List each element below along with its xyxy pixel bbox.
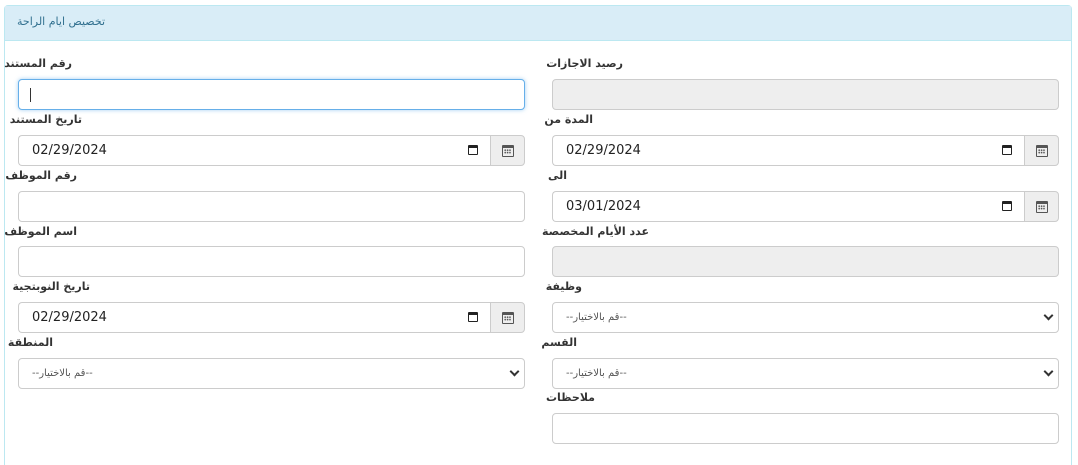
calendar-icon (1036, 201, 1048, 213)
to-label: الى (547, 169, 567, 182)
doc-number-input[interactable] (18, 79, 525, 110)
panel-title: تخصيص ايام الراحة (17, 15, 105, 28)
shift-date-value: 02/29/2024 (32, 310, 107, 325)
doc-date-value: 02/29/2024 (32, 143, 107, 158)
doc-date-calendar-button[interactable] (490, 135, 525, 166)
doc-number-label: رقم المستند (4, 57, 72, 70)
period-from-input[interactable]: 02/29/2024 (552, 135, 1024, 166)
period-from-value: 02/29/2024 (566, 143, 641, 158)
employee-name-input[interactable] (18, 246, 525, 277)
rest-days-panel: تخصيص ايام الراحة (4, 5, 1072, 465)
period-from-group: 02/29/2024 (552, 135, 1059, 166)
calendar-icon (1036, 145, 1048, 157)
calendar-icon[interactable] (468, 312, 478, 322)
job-label: وظيفة (545, 280, 582, 293)
chevron-down-icon (1043, 310, 1054, 321)
employee-number-label: رقم الموظف (5, 169, 77, 182)
department-selected: --قم بالاختيار-- (566, 368, 627, 379)
calendar-icon[interactable] (1002, 145, 1012, 155)
text-caret (30, 88, 31, 102)
period-from-label: المدة من (544, 113, 593, 126)
notes-input[interactable] (552, 413, 1059, 444)
to-date-calendar-button[interactable] (1024, 191, 1059, 222)
to-date-value: 03/01/2024 (566, 199, 641, 214)
shift-date-label: تاريخ النوبتجية (12, 280, 90, 293)
to-date-input[interactable]: 03/01/2024 (552, 191, 1024, 222)
employee-name-label: اسم الموظف (4, 225, 77, 238)
shift-date-group: 02/29/2024 (18, 302, 525, 333)
chevron-down-icon (509, 366, 520, 377)
leave-balance-input (552, 79, 1059, 110)
calendar-icon[interactable] (468, 145, 478, 155)
calendar-icon[interactable] (1002, 201, 1012, 211)
doc-date-input[interactable]: 02/29/2024 (18, 135, 490, 166)
department-select[interactable]: --قم بالاختيار-- (552, 358, 1059, 389)
region-select[interactable]: --قم بالاختيار-- (18, 358, 525, 389)
region-label: المنطقة (7, 336, 53, 349)
chevron-down-icon (1043, 366, 1054, 377)
shift-date-input[interactable]: 02/29/2024 (18, 302, 490, 333)
employee-number-input[interactable] (18, 191, 525, 222)
leave-balance-label: رصيد الاجازات (546, 57, 623, 70)
shift-date-calendar-button[interactable] (490, 302, 525, 333)
allocated-days-label: عدد الأيام المخصصة (541, 225, 649, 238)
notes-label: ملاحظات (546, 391, 595, 404)
period-from-calendar-button[interactable] (1024, 135, 1059, 166)
region-selected: --قم بالاختيار-- (32, 368, 93, 379)
department-label: القسم (541, 336, 577, 349)
doc-date-label: تاريخ المستند (9, 113, 82, 126)
doc-date-group: 02/29/2024 (18, 135, 525, 166)
job-select[interactable]: --قم بالاختيار-- (552, 302, 1059, 333)
job-selected: --قم بالاختيار-- (566, 312, 627, 323)
calendar-icon (502, 312, 514, 324)
to-date-group: 03/01/2024 (552, 191, 1059, 222)
panel-heading: تخصيص ايام الراحة (5, 6, 1071, 41)
allocated-days-input (552, 246, 1059, 277)
calendar-icon (502, 145, 514, 157)
